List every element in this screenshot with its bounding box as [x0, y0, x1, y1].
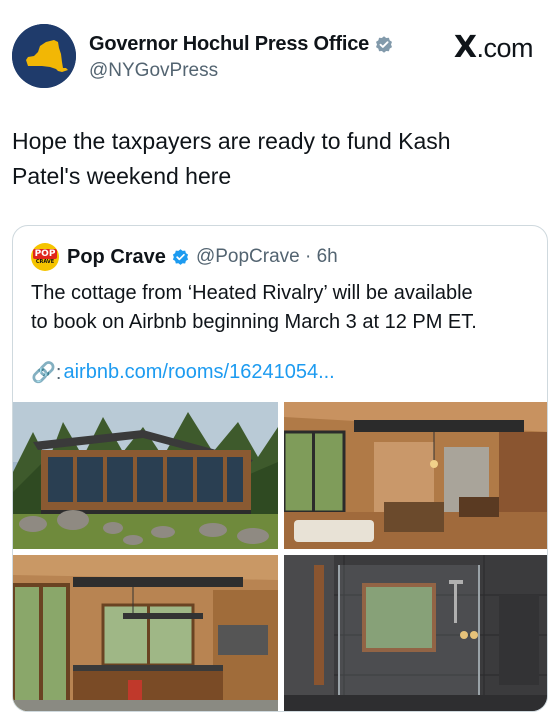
popcrave-logo-top: POP: [32, 249, 58, 259]
kitchen-photo[interactable]: [13, 555, 278, 711]
x-com-suffix: .com: [476, 33, 533, 63]
quoted-body-line-2: to book on Airbnb beginning March 3 at 1…: [31, 311, 477, 333]
popcrave-avatar[interactable]: POP CRAVE: [31, 243, 59, 271]
quoted-handle-time[interactable]: @PopCrave · 6h: [196, 246, 338, 268]
author-display-name[interactable]: Governor Hochul Press Office: [89, 33, 369, 56]
x-com-watermark: X .com: [453, 30, 534, 65]
quoted-tweet-card[interactable]: POP CRAVE Pop Crave @PopCrave · 6h The c…: [12, 225, 548, 712]
living-room-photo[interactable]: [284, 402, 547, 549]
ny-state-logo-icon: [12, 24, 76, 88]
author-name-row: Governor Hochul Press Office: [89, 33, 394, 56]
popcrave-logo-bottom: CRAVE: [35, 259, 55, 265]
bathroom-shower-photo[interactable]: [284, 555, 547, 711]
photo-grid: [13, 402, 547, 711]
quoted-display-name[interactable]: Pop Crave: [67, 246, 166, 269]
author-handle[interactable]: @NYGovPress: [89, 60, 218, 82]
quoted-tweet-header: POP CRAVE Pop Crave @PopCrave · 6h: [31, 243, 338, 271]
nygov-avatar[interactable]: [12, 24, 76, 88]
cabin-exterior-photo[interactable]: [13, 402, 278, 549]
quoted-link[interactable]: 🔗: airbnb.com/rooms/16241054...: [31, 360, 335, 385]
x-logo-icon: X: [453, 30, 477, 65]
tweet-header: Governor Hochul Press Office @NYGovPress…: [0, 0, 560, 100]
link-icon: 🔗:: [31, 362, 62, 384]
verified-badge-icon: [172, 248, 189, 265]
tweet-body: Hope the taxpayers are ready to fund Kas…: [12, 124, 542, 194]
tweet-body-line-2: Patel's weekend here: [12, 163, 232, 189]
quoted-tweet-body: The cottage from ‘Heated Rivalry’ will b…: [31, 279, 531, 337]
airbnb-link[interactable]: airbnb.com/rooms/16241054...: [63, 361, 334, 384]
verified-badge-icon: [376, 35, 393, 53]
tweet-body-line-1: Hope the taxpayers are ready to fund Kas…: [12, 128, 451, 154]
quoted-body-line-1: The cottage from ‘Heated Rivalry’ will b…: [31, 282, 473, 304]
